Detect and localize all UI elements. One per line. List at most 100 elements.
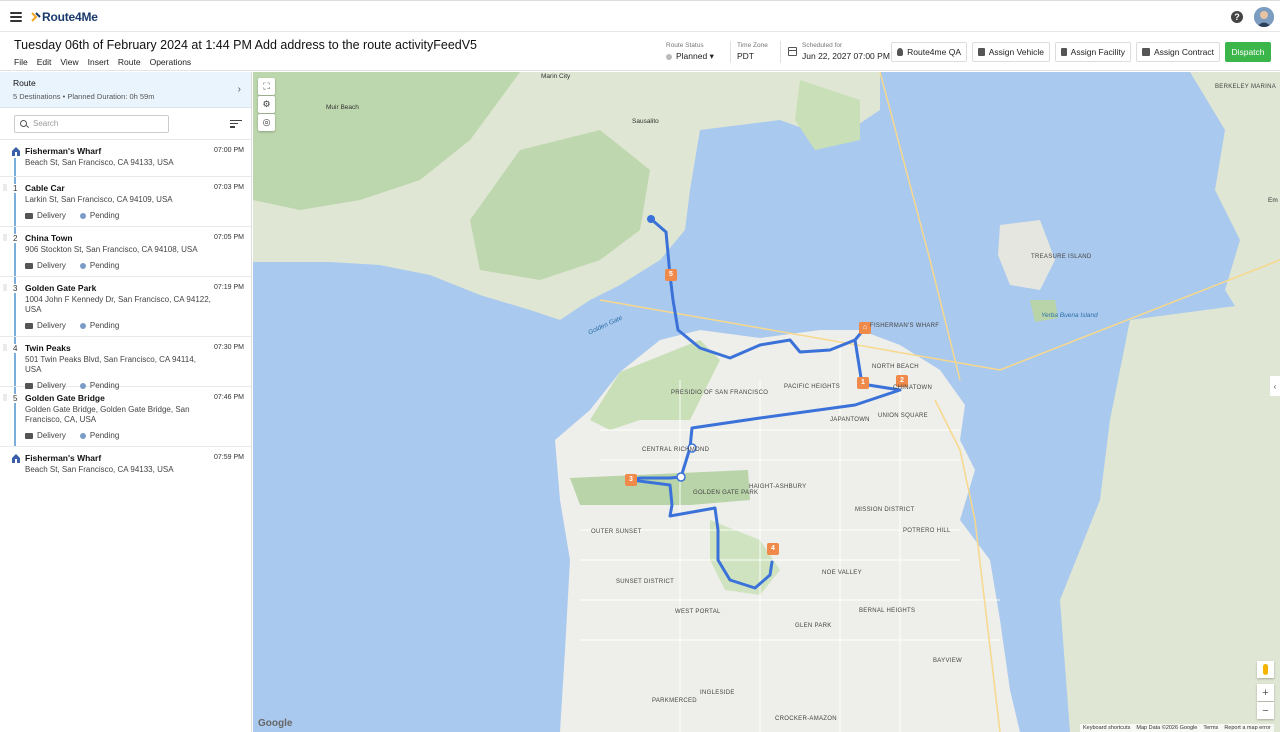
route-header: Tuesday 06th of February 2024 at 1:44 PM… — [0, 33, 1280, 71]
stop-item[interactable]: 1 Cable Car Larkin St, San Francisco, CA… — [0, 177, 251, 227]
scheduled-field[interactable]: Scheduled for Jun 22, 2027 07:00 PM — [802, 42, 890, 61]
stop-time: 07:03 PM — [214, 184, 244, 191]
stop-status: Pending — [89, 261, 120, 270]
drag-handle-icon[interactable] — [3, 394, 7, 401]
menu-operations[interactable]: Operations — [150, 57, 192, 67]
truck-icon — [25, 322, 33, 329]
divider — [780, 41, 781, 63]
chevron-left-icon[interactable]: ‹ — [1270, 376, 1280, 396]
route-status-field[interactable]: Route Status Planned ▾ — [666, 42, 714, 62]
map-label: NOE VALLEY — [822, 570, 862, 576]
map-label: PACIFIC HEIGHTS — [784, 384, 841, 390]
stop-item[interactable]: Fisherman's Wharf Beach St, San Francisc… — [0, 140, 251, 177]
stop-item[interactable]: 5 Golden Gate Bridge Golden Gate Bridge,… — [0, 387, 251, 447]
assign-contract-label: Assign Contract — [1154, 47, 1214, 57]
fullscreen-icon[interactable]: ⛶ — [258, 78, 275, 95]
street-view-icon[interactable] — [1257, 661, 1274, 678]
status-dot — [79, 322, 86, 329]
drag-handle-icon[interactable] — [3, 344, 7, 351]
stop-item[interactable]: 3 Golden Gate Park 1004 John F Kennedy D… — [0, 277, 251, 337]
assign-vehicle-label: Assign Vehicle — [988, 47, 1044, 57]
assign-facility-button[interactable]: Assign Facility — [1055, 42, 1131, 62]
map-label: CENTRAL RICHMOND — [642, 447, 710, 453]
map-label: GLEN PARK — [795, 623, 832, 629]
gear-icon[interactable]: ⚙ — [258, 96, 275, 113]
drag-handle-icon[interactable] — [3, 184, 7, 191]
stop-type: Delivery — [37, 321, 66, 330]
timezone-label: Time Zone — [737, 42, 768, 49]
stop-type: Delivery — [37, 431, 66, 440]
map-canvas — [253, 72, 1280, 732]
scheduled-label: Scheduled for — [802, 42, 843, 49]
stop-status: Pending — [89, 431, 120, 440]
divider — [730, 41, 731, 63]
stop-type: Delivery — [37, 211, 66, 220]
status-dot — [79, 212, 86, 219]
map-label: Marin City — [541, 73, 571, 80]
timezone-field[interactable]: Time Zone PDT — [737, 42, 768, 61]
menu-bar: File Edit View Insert Route Operations — [14, 57, 191, 67]
stop-number: 5 — [13, 394, 19, 403]
terms-link[interactable]: Terms — [1203, 725, 1218, 731]
route-marker[interactable]: 1 — [857, 377, 869, 389]
avatar[interactable] — [1254, 7, 1274, 27]
fingerprint-icon[interactable]: ◎ — [258, 114, 275, 131]
stop-time: 07:00 PM — [214, 147, 244, 154]
stop-item[interactable]: Fisherman's Wharf Beach St, San Francisc… — [0, 447, 251, 484]
route-summary[interactable]: Route 5 Destinations • Planned Duration:… — [0, 72, 251, 108]
zoom-in-button[interactable]: + — [1257, 684, 1274, 701]
scheduled-value: Jun 22, 2027 07:00 PM — [802, 51, 890, 61]
top-bar: Route4Me ? — [0, 0, 1280, 32]
keyboard-shortcuts-link[interactable]: Keyboard shortcuts — [1083, 725, 1130, 731]
menu-insert[interactable]: Insert — [88, 57, 109, 67]
status-dot — [666, 53, 672, 60]
assign-vehicle-button[interactable]: Assign Vehicle — [972, 42, 1050, 62]
vehicle-icon — [978, 48, 985, 56]
menu-icon[interactable] — [10, 12, 22, 22]
stop-address: Golden Gate Bridge, Golden Gate Bridge, … — [25, 405, 190, 424]
user-button[interactable]: Route4me QA — [891, 42, 967, 62]
search-input[interactable]: Search — [14, 115, 169, 133]
stop-item[interactable]: 2 China Town 906 Stockton St, San Franci… — [0, 227, 251, 277]
map-label: BERNAL HEIGHTS — [859, 608, 916, 614]
map-label: HAIGHT-ASHBURY — [749, 484, 807, 490]
stop-item[interactable]: 4 Twin Peaks 501 Twin Peaks Blvd, San Fr… — [0, 337, 251, 390]
dispatch-button[interactable]: Dispatch — [1225, 42, 1271, 62]
menu-file[interactable]: File — [14, 57, 28, 67]
sort-icon[interactable] — [230, 120, 242, 128]
route-summary-text: 5 Destinations • Planned Duration: 0h 59… — [13, 92, 155, 101]
drag-handle-icon[interactable] — [3, 284, 7, 291]
report-error-link[interactable]: Report a map error — [1224, 725, 1270, 731]
status-dot — [79, 262, 86, 269]
route-map[interactable]: 5 ⌂ 1 2 3 4 Marin City Muir Beach Sausal… — [253, 72, 1280, 732]
map-data-text: Map Data ©2026 Google — [1136, 725, 1198, 731]
map-label: CROCKER-AMAZON — [775, 716, 837, 722]
zoom-out-button[interactable]: − — [1257, 702, 1274, 719]
chevron-down-icon: ▾ — [709, 51, 714, 61]
menu-edit[interactable]: Edit — [37, 57, 52, 67]
stops-list: Fisherman's Wharf Beach St, San Francisc… — [0, 140, 251, 484]
route-marker[interactable]: 3 — [625, 474, 637, 486]
stop-time: 07:05 PM — [214, 234, 244, 241]
menu-view[interactable]: View — [60, 57, 78, 67]
stop-time: 07:59 PM — [214, 454, 244, 461]
route-summary-title: Route — [13, 78, 36, 88]
search-row: Search — [0, 108, 251, 140]
stop-address: 1004 John F Kennedy Dr, San Francisco, C… — [25, 295, 211, 314]
assign-contract-button[interactable]: Assign Contract — [1136, 42, 1220, 62]
logo[interactable]: Route4Me — [30, 9, 98, 25]
stop-number: 3 — [13, 284, 19, 293]
map-label: TREASURE ISLAND — [1031, 254, 1092, 260]
menu-route[interactable]: Route — [118, 57, 141, 67]
map-label: PARKMERCED — [652, 698, 697, 704]
stop-address: 906 Stockton St, San Francisco, CA 94108… — [25, 245, 198, 254]
map-label: MISSION DISTRICT — [855, 507, 915, 513]
stop-number: 1 — [13, 184, 19, 193]
stop-address: Larkin St, San Francisco, CA 94109, USA — [25, 195, 173, 204]
stop-status: Pending — [89, 321, 120, 330]
route-status-label: Route Status — [666, 42, 704, 49]
route-marker[interactable]: 5 — [665, 269, 677, 281]
route-marker[interactable]: 4 — [767, 543, 779, 555]
help-icon[interactable]: ? — [1231, 11, 1243, 23]
drag-handle-icon[interactable] — [3, 234, 7, 241]
